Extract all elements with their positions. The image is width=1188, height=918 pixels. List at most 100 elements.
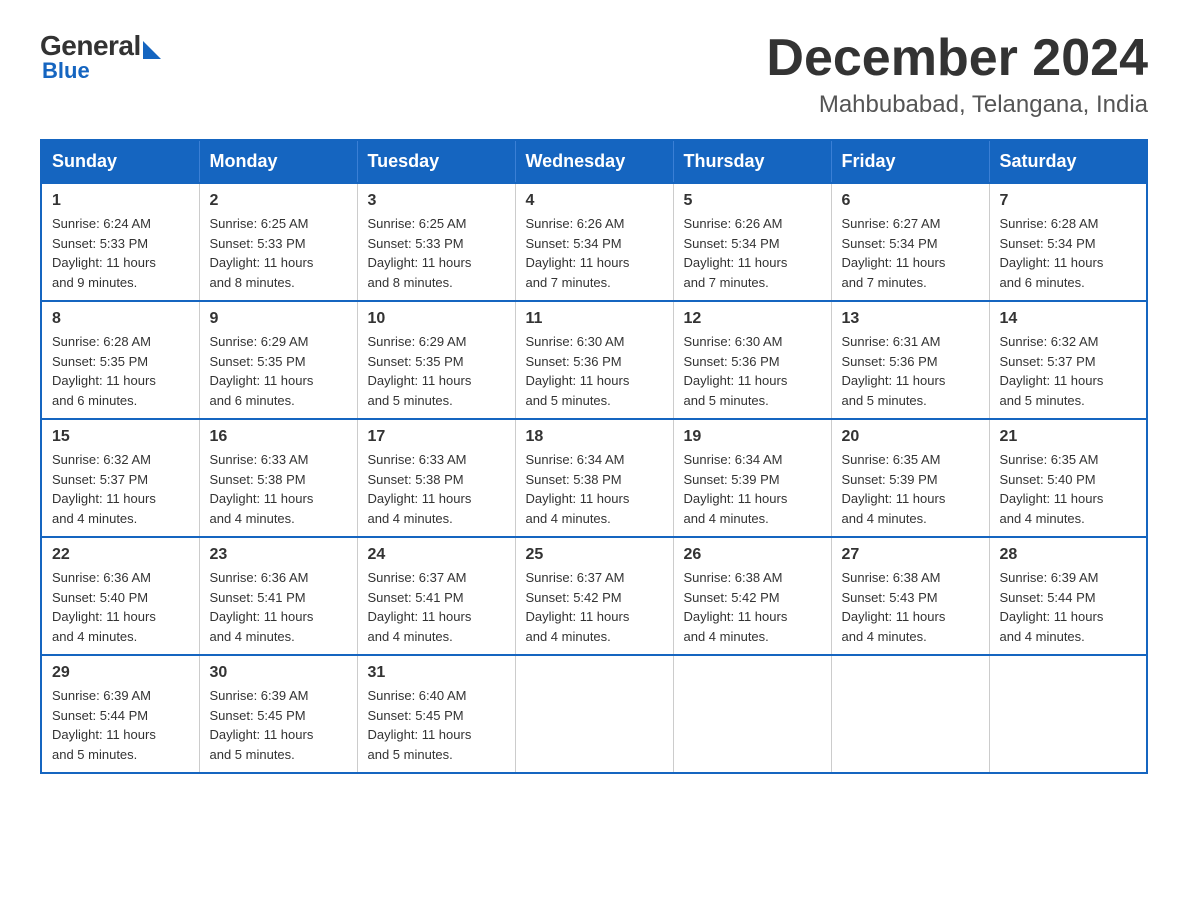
calendar-day-cell: 1 Sunrise: 6:24 AMSunset: 5:33 PMDaylight…: [41, 183, 199, 301]
day-info: Sunrise: 6:30 AMSunset: 5:36 PMDaylight:…: [526, 332, 663, 410]
day-info: Sunrise: 6:37 AMSunset: 5:42 PMDaylight:…: [526, 568, 663, 646]
calendar-day-cell: 15 Sunrise: 6:32 AMSunset: 5:37 PMDayligh…: [41, 419, 199, 537]
title-area: December 2024 Mahbubabad, Telangana, Ind…: [766, 30, 1148, 119]
day-info: Sunrise: 6:32 AMSunset: 5:37 PMDaylight:…: [1000, 332, 1137, 410]
day-info: Sunrise: 6:38 AMSunset: 5:42 PMDaylight:…: [684, 568, 821, 646]
calendar-day-cell: 28 Sunrise: 6:39 AMSunset: 5:44 PMDayligh…: [989, 537, 1147, 655]
calendar-day-cell: 11 Sunrise: 6:30 AMSunset: 5:36 PMDayligh…: [515, 301, 673, 419]
header-saturday: Saturday: [989, 140, 1147, 183]
day-number: 9: [210, 310, 347, 328]
day-number: 24: [368, 546, 505, 564]
day-info: Sunrise: 6:33 AMSunset: 5:38 PMDaylight:…: [368, 450, 505, 528]
day-info: Sunrise: 6:31 AMSunset: 5:36 PMDaylight:…: [842, 332, 979, 410]
day-number: 12: [684, 310, 821, 328]
calendar-day-cell: 29Sunrise: 6:39 AMSunset: 5:44 PMDayligh…: [41, 655, 199, 773]
calendar-week-1: 1 Sunrise: 6:24 AMSunset: 5:33 PMDaylight…: [41, 183, 1147, 301]
day-info: Sunrise: 6:26 AMSunset: 5:34 PMDaylight:…: [526, 214, 663, 292]
calendar-week-5: 29Sunrise: 6:39 AMSunset: 5:44 PMDayligh…: [41, 655, 1147, 773]
calendar-day-cell: [989, 655, 1147, 773]
calendar-day-cell: 14Sunrise: 6:32 AMSunset: 5:37 PMDayligh…: [989, 301, 1147, 419]
page-header: General Blue December 2024 Mahbubabad, T…: [40, 30, 1148, 119]
day-number: 3: [368, 192, 505, 210]
calendar-day-cell: 7Sunrise: 6:28 AMSunset: 5:34 PMDaylight…: [989, 183, 1147, 301]
day-info: Sunrise: 6:40 AMSunset: 5:45 PMDaylight:…: [368, 686, 505, 764]
day-info: Sunrise: 6:36 AMSunset: 5:41 PMDaylight:…: [210, 568, 347, 646]
day-info: Sunrise: 6:35 AMSunset: 5:39 PMDaylight:…: [842, 450, 979, 528]
day-info: Sunrise: 6:25 AMSunset: 5:33 PMDaylight:…: [368, 214, 505, 292]
day-info: Sunrise: 6:26 AMSunset: 5:34 PMDaylight:…: [684, 214, 821, 292]
calendar-day-cell: 4 Sunrise: 6:26 AMSunset: 5:34 PMDaylight…: [515, 183, 673, 301]
calendar-day-cell: 9 Sunrise: 6:29 AMSunset: 5:35 PMDaylight…: [199, 301, 357, 419]
day-number: 28: [1000, 546, 1137, 564]
calendar-day-cell: 13 Sunrise: 6:31 AMSunset: 5:36 PMDayligh…: [831, 301, 989, 419]
day-number: 26: [684, 546, 821, 564]
day-number: 6: [842, 192, 979, 210]
logo-arrow-icon: [143, 41, 161, 59]
calendar-header-row: SundayMondayTuesdayWednesdayThursdayFrid…: [41, 140, 1147, 183]
day-info: Sunrise: 6:30 AMSunset: 5:36 PMDaylight:…: [684, 332, 821, 410]
calendar-day-cell: 16Sunrise: 6:33 AMSunset: 5:38 PMDayligh…: [199, 419, 357, 537]
day-info: Sunrise: 6:29 AMSunset: 5:35 PMDaylight:…: [368, 332, 505, 410]
day-info: Sunrise: 6:39 AMSunset: 5:44 PMDaylight:…: [1000, 568, 1137, 646]
calendar-day-cell: 20 Sunrise: 6:35 AMSunset: 5:39 PMDayligh…: [831, 419, 989, 537]
day-info: Sunrise: 6:34 AMSunset: 5:38 PMDaylight:…: [526, 450, 663, 528]
calendar-table: SundayMondayTuesdayWednesdayThursdayFrid…: [40, 139, 1148, 774]
calendar-week-2: 8Sunrise: 6:28 AMSunset: 5:35 PMDaylight…: [41, 301, 1147, 419]
day-number: 10: [368, 310, 505, 328]
calendar-day-cell: 27 Sunrise: 6:38 AMSunset: 5:43 PMDayligh…: [831, 537, 989, 655]
day-number: 19: [684, 428, 821, 446]
day-number: 27: [842, 546, 979, 564]
day-info: Sunrise: 6:24 AMSunset: 5:33 PMDaylight:…: [52, 214, 189, 292]
calendar-day-cell: 12 Sunrise: 6:30 AMSunset: 5:36 PMDayligh…: [673, 301, 831, 419]
day-number: 23: [210, 546, 347, 564]
day-number: 21: [1000, 428, 1137, 446]
day-info: Sunrise: 6:28 AMSunset: 5:34 PMDaylight:…: [1000, 214, 1137, 292]
calendar-day-cell: 31Sunrise: 6:40 AMSunset: 5:45 PMDayligh…: [357, 655, 515, 773]
day-number: 20: [842, 428, 979, 446]
day-number: 16: [210, 428, 347, 446]
day-info: Sunrise: 6:36 AMSunset: 5:40 PMDaylight:…: [52, 568, 189, 646]
day-info: Sunrise: 6:34 AMSunset: 5:39 PMDaylight:…: [684, 450, 821, 528]
calendar-day-cell: 25Sunrise: 6:37 AMSunset: 5:42 PMDayligh…: [515, 537, 673, 655]
day-info: Sunrise: 6:27 AMSunset: 5:34 PMDaylight:…: [842, 214, 979, 292]
day-number: 22: [52, 546, 189, 564]
logo: General Blue: [40, 30, 161, 84]
header-monday: Monday: [199, 140, 357, 183]
day-number: 18: [526, 428, 663, 446]
calendar-day-cell: [673, 655, 831, 773]
day-number: 1: [52, 192, 189, 210]
calendar-day-cell: 17 Sunrise: 6:33 AMSunset: 5:38 PMDayligh…: [357, 419, 515, 537]
header-sunday: Sunday: [41, 140, 199, 183]
calendar-day-cell: [515, 655, 673, 773]
day-number: 11: [526, 310, 663, 328]
day-info: Sunrise: 6:37 AMSunset: 5:41 PMDaylight:…: [368, 568, 505, 646]
day-number: 13: [842, 310, 979, 328]
day-info: Sunrise: 6:39 AMSunset: 5:45 PMDaylight:…: [210, 686, 347, 764]
calendar-day-cell: 22 Sunrise: 6:36 AMSunset: 5:40 PMDayligh…: [41, 537, 199, 655]
day-number: 8: [52, 310, 189, 328]
calendar-day-cell: 2Sunrise: 6:25 AMSunset: 5:33 PMDaylight…: [199, 183, 357, 301]
calendar-day-cell: 26 Sunrise: 6:38 AMSunset: 5:42 PMDayligh…: [673, 537, 831, 655]
logo-blue-text: Blue: [42, 58, 90, 84]
calendar-day-cell: 21 Sunrise: 6:35 AMSunset: 5:40 PMDayligh…: [989, 419, 1147, 537]
day-info: Sunrise: 6:38 AMSunset: 5:43 PMDaylight:…: [842, 568, 979, 646]
day-info: Sunrise: 6:32 AMSunset: 5:37 PMDaylight:…: [52, 450, 189, 528]
calendar-day-cell: 18 Sunrise: 6:34 AMSunset: 5:38 PMDayligh…: [515, 419, 673, 537]
day-info: Sunrise: 6:39 AMSunset: 5:44 PMDaylight:…: [52, 686, 189, 764]
day-info: Sunrise: 6:35 AMSunset: 5:40 PMDaylight:…: [1000, 450, 1137, 528]
calendar-title: December 2024: [766, 30, 1148, 87]
day-number: 15: [52, 428, 189, 446]
calendar-day-cell: 8Sunrise: 6:28 AMSunset: 5:35 PMDaylight…: [41, 301, 199, 419]
calendar-day-cell: 24 Sunrise: 6:37 AMSunset: 5:41 PMDayligh…: [357, 537, 515, 655]
header-wednesday: Wednesday: [515, 140, 673, 183]
calendar-day-cell: 19 Sunrise: 6:34 AMSunset: 5:39 PMDayligh…: [673, 419, 831, 537]
day-number: 4: [526, 192, 663, 210]
day-number: 17: [368, 428, 505, 446]
day-number: 5: [684, 192, 821, 210]
calendar-day-cell: [831, 655, 989, 773]
calendar-day-cell: 6 Sunrise: 6:27 AMSunset: 5:34 PMDaylight…: [831, 183, 989, 301]
header-friday: Friday: [831, 140, 989, 183]
day-info: Sunrise: 6:29 AMSunset: 5:35 PMDaylight:…: [210, 332, 347, 410]
calendar-week-3: 15 Sunrise: 6:32 AMSunset: 5:37 PMDayligh…: [41, 419, 1147, 537]
day-number: 30: [210, 664, 347, 682]
